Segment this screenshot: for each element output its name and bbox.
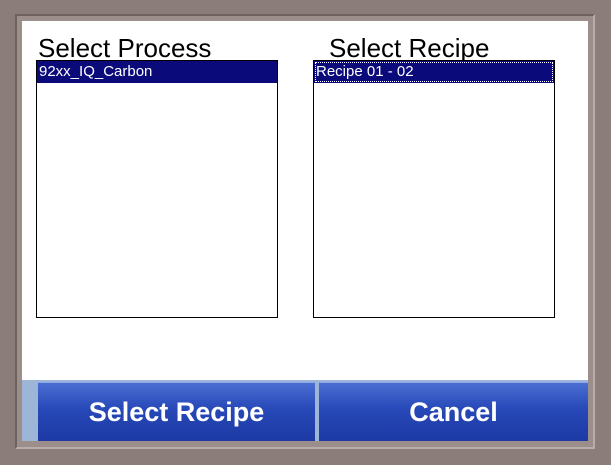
button-bar: Select Recipe Cancel <box>22 380 588 441</box>
select-process-title: Select Process <box>38 33 212 63</box>
select-recipe-button[interactable]: Select Recipe <box>38 382 315 441</box>
touch-screen: Select Process 92xx_IQ_Carbon Select Rec… <box>22 21 588 441</box>
process-list-item[interactable]: 92xx_IQ_Carbon <box>37 61 277 83</box>
select-recipe-title: Select Recipe <box>329 33 490 63</box>
process-listbox[interactable]: 92xx_IQ_Carbon <box>36 60 278 318</box>
cancel-button[interactable]: Cancel <box>319 382 588 441</box>
recipe-listbox[interactable]: Recipe 01 - 02 <box>313 60 555 318</box>
recipe-list-item[interactable]: Recipe 01 - 02 <box>314 61 554 83</box>
